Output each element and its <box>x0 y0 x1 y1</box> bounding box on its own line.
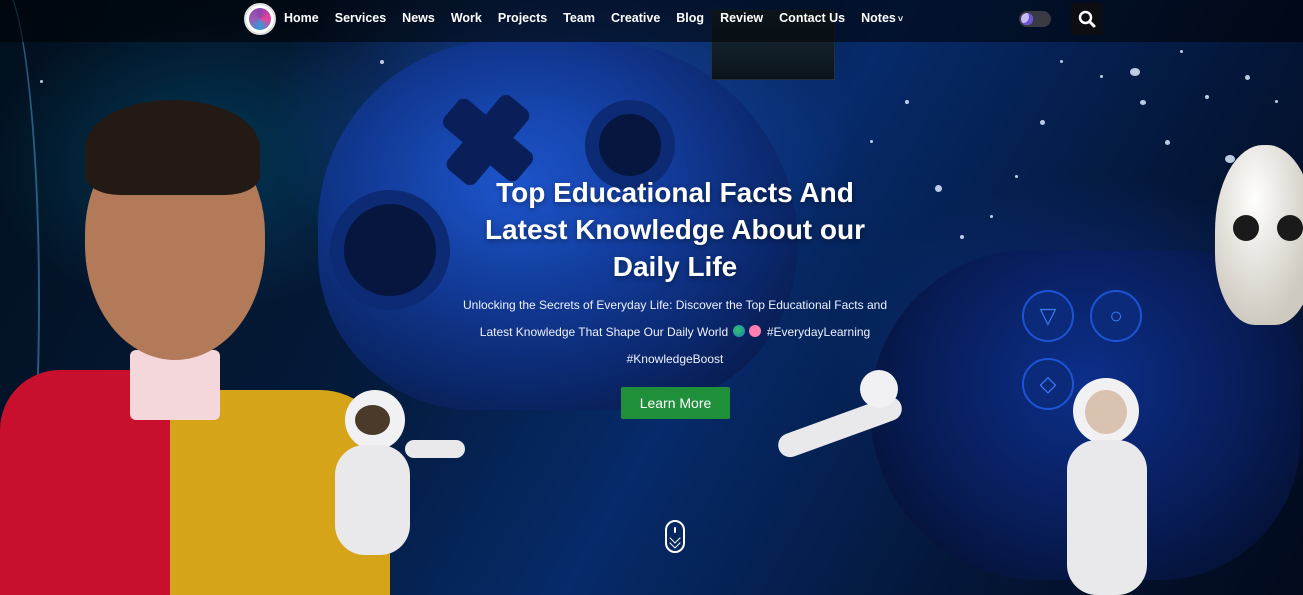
hero-title-line-1: Top Educational Facts And <box>496 177 854 208</box>
nav-links: Home Services News Work Projects Team Cr… <box>284 11 903 25</box>
hero-title-line-3: Daily Life <box>612 251 738 282</box>
logo-icon <box>249 8 271 30</box>
astronaut-image-1 <box>310 385 470 595</box>
skull-eye-right <box>1277 215 1303 241</box>
nav-link-creative[interactable]: Creative <box>611 11 660 25</box>
astronaut-image-2 <box>774 365 915 475</box>
hashtag-everyday-learning: #EverydayLearning <box>766 325 871 339</box>
search-icon <box>1078 10 1096 28</box>
hero-section: ▽ ○ ◇ Home Services News Work Projects T… <box>0 0 1303 595</box>
theme-toggle[interactable] <box>1019 11 1051 27</box>
chevron-down-icon: ˅ <box>897 14 904 24</box>
astronaut-helmet <box>860 370 898 408</box>
nav-link-team[interactable]: Team <box>563 11 595 25</box>
nav-link-work[interactable]: Work <box>451 11 482 25</box>
astronaut-face <box>1085 390 1127 434</box>
navbar: Home Services News Work Projects Team Cr… <box>0 0 1303 42</box>
nav-link-projects[interactable]: Projects <box>498 11 547 25</box>
nav-link-notes-dropdown[interactable]: Notes ˅ <box>861 11 903 25</box>
site-logo[interactable] <box>244 3 276 35</box>
hero-description-line-2: Latest Knowledge That Shape Our Daily Wo… <box>479 325 729 339</box>
skull-eye-left <box>1233 215 1259 241</box>
mouse-scroll-icon[interactable] <box>665 520 685 553</box>
brain-emoji-icon <box>749 325 762 337</box>
nav-link-contact-us[interactable]: Contact Us <box>779 11 845 25</box>
hero-description-line-1: Unlocking the Secrets of Everyday Life: … <box>462 298 887 312</box>
hero-title: Top Educational Facts And Latest Knowled… <box>460 174 890 285</box>
nav-link-notes-label: Notes <box>861 11 896 25</box>
astronaut-arm <box>405 440 465 458</box>
nav-link-home[interactable]: Home <box>284 11 319 25</box>
person-hair <box>85 100 260 195</box>
learn-more-button[interactable]: Learn More <box>621 387 730 419</box>
astronaut-body <box>1067 440 1147 595</box>
nav-link-news[interactable]: News <box>402 11 435 25</box>
circle-button-icon: ○ <box>1090 290 1142 342</box>
skull-image <box>1215 145 1303 325</box>
nav-link-services[interactable]: Services <box>335 11 386 25</box>
search-button[interactable] <box>1071 3 1103 35</box>
moon-icon <box>1021 13 1033 25</box>
astronaut-image-3 <box>1055 378 1160 595</box>
triangle-button-icon: ▽ <box>1022 290 1074 342</box>
hero-description: Unlocking the Secrets of Everyday Life: … <box>440 292 910 373</box>
globe-emoji-icon <box>733 325 746 337</box>
shirt-collar <box>130 350 220 420</box>
hashtag-knowledge-boost: #KnowledgeBoost <box>626 352 724 366</box>
hero-title-line-2: Latest Knowledge About our <box>484 214 866 245</box>
astronaut-body <box>335 445 410 555</box>
nav-link-review[interactable]: Review <box>720 11 763 25</box>
nav-link-blog[interactable]: Blog <box>676 11 704 25</box>
astronaut-visor <box>355 405 390 435</box>
